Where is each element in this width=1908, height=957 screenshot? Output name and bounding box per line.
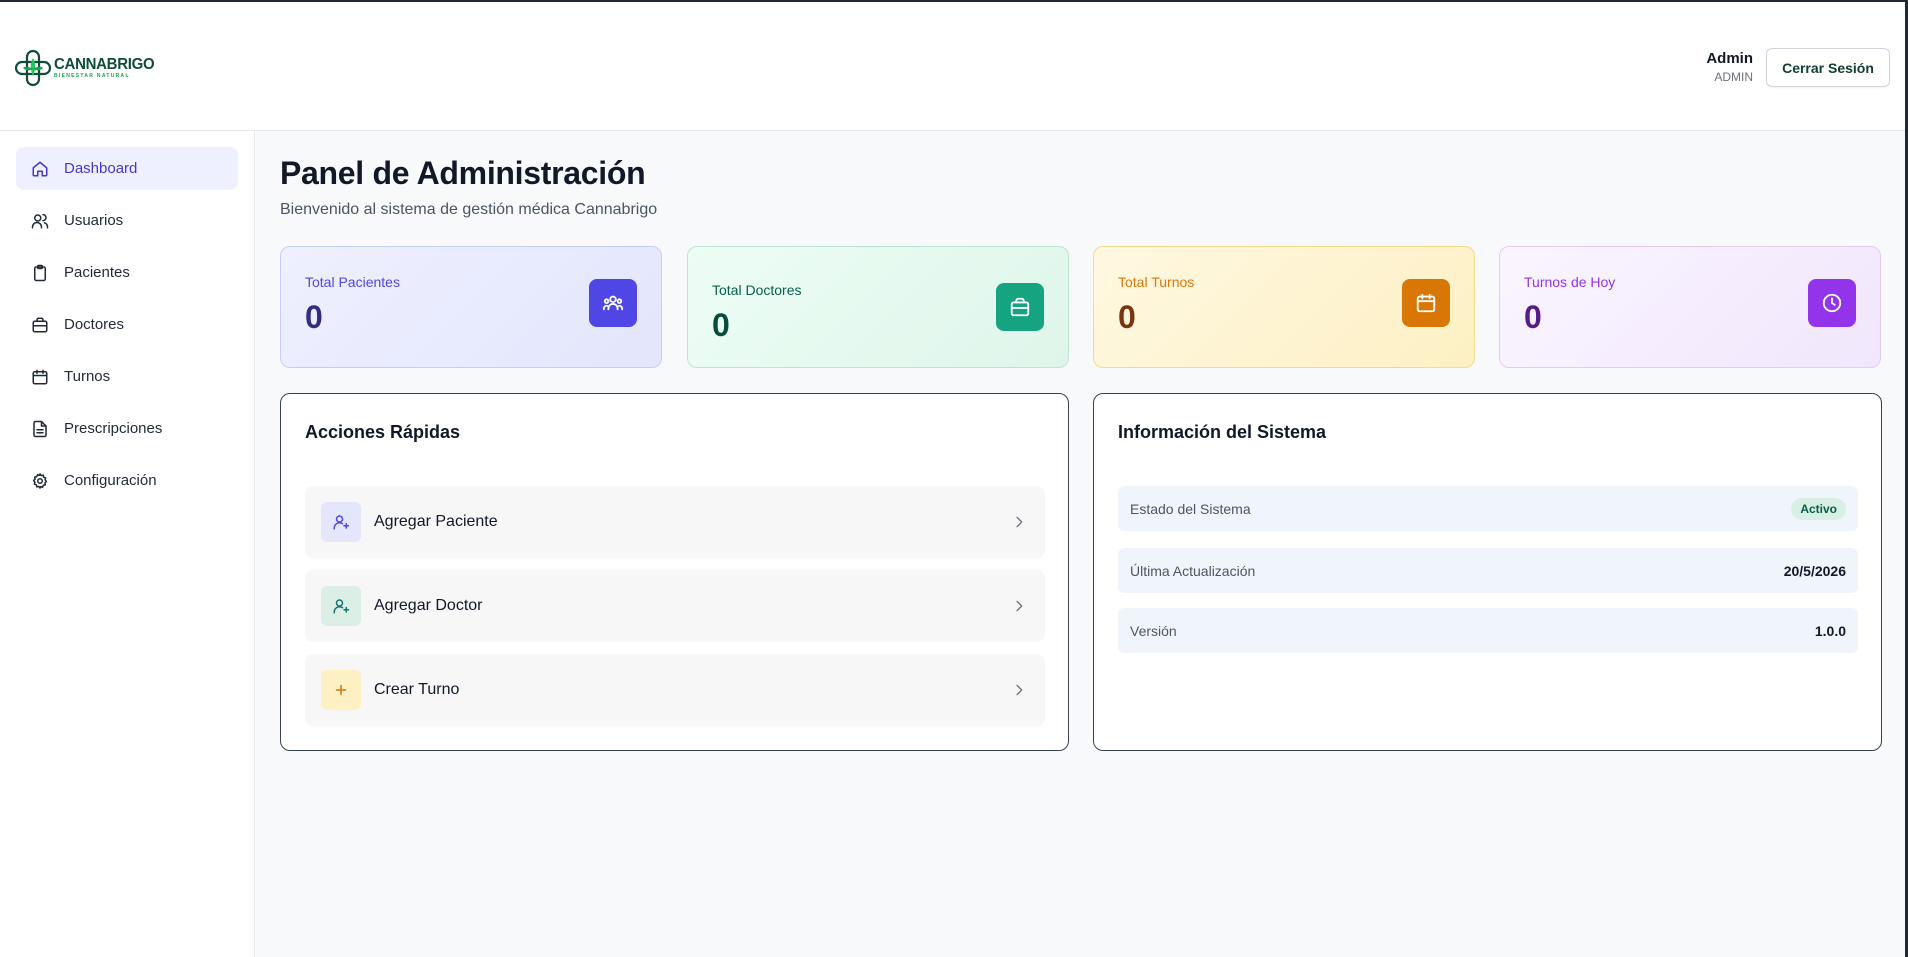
sidebar-nav: Dashboard Usuarios Pacientes Doctores Tu… bbox=[0, 131, 254, 502]
status-badge: Activo bbox=[1791, 497, 1846, 520]
stat-card-total-doctores: Total Doctores 0 bbox=[687, 246, 1069, 368]
action-icon-box bbox=[321, 502, 361, 542]
stat-icon-box bbox=[589, 279, 637, 327]
main-content: Panel de Administración Bienvenido al si… bbox=[256, 131, 1905, 957]
page-title: Panel de Administración bbox=[280, 155, 646, 191]
sidebar-item-configuracion[interactable]: Configuración bbox=[16, 459, 238, 502]
clock-icon bbox=[1822, 293, 1842, 313]
add-doctor-action[interactable]: Agregar Doctor bbox=[305, 570, 1045, 642]
version-row: Versión 1.0.0 bbox=[1118, 608, 1858, 653]
chevron-right-icon bbox=[1016, 684, 1023, 696]
stat-value: 0 bbox=[305, 299, 323, 335]
chevron-right-icon bbox=[1016, 516, 1023, 528]
sidebar-item-prescripciones[interactable]: Prescripciones bbox=[16, 407, 238, 450]
stat-card-total-turnos: Total Turnos 0 bbox=[1093, 246, 1475, 368]
action-icon-box bbox=[321, 670, 361, 710]
brand-name: CANNABRIGO bbox=[54, 55, 155, 74]
add-patient-action[interactable]: Agregar Paciente bbox=[305, 486, 1045, 558]
stat-label: Total Doctores bbox=[712, 282, 802, 298]
cannabis-cross-logo-icon bbox=[15, 49, 51, 87]
info-value: 1.0.0 bbox=[1814, 622, 1846, 639]
action-label: Crear Turno bbox=[374, 681, 460, 698]
sidebar-item-usuarios[interactable]: Usuarios bbox=[16, 199, 238, 242]
users-icon bbox=[31, 213, 49, 228]
user-name: Admin bbox=[1706, 50, 1753, 67]
info-label: Estado del Sistema bbox=[1130, 500, 1251, 517]
sidebar-item-label: Prescripciones bbox=[64, 420, 163, 437]
sidebar-item-label: Usuarios bbox=[64, 212, 124, 229]
sidebar-item-pacientes[interactable]: Pacientes bbox=[16, 251, 238, 294]
plus-icon bbox=[335, 684, 347, 696]
page-subtitle: Bienvenido al sistema de gestión médica … bbox=[280, 201, 658, 218]
sidebar-item-dashboard[interactable]: Dashboard bbox=[16, 147, 238, 190]
create-appointment-action[interactable]: Crear Turno bbox=[305, 654, 1045, 726]
users-group-icon bbox=[602, 295, 624, 311]
document-icon bbox=[33, 420, 47, 437]
stat-card-turnos-de-hoy: Turnos de Hoy 0 bbox=[1499, 246, 1881, 368]
sidebar-item-turnos[interactable]: Turnos bbox=[16, 355, 238, 398]
system-status-row: Estado del Sistema Activo bbox=[1118, 486, 1858, 531]
brand-tagline: BIENESTAR NATURAL bbox=[54, 73, 130, 79]
info-label: Última Actualización bbox=[1130, 562, 1256, 579]
info-label: Versión bbox=[1130, 622, 1177, 639]
sidebar-item-label: Doctores bbox=[64, 316, 125, 333]
last-update-row: Última Actualización 20/5/2026 bbox=[1118, 548, 1858, 593]
stat-label: Turnos de Hoy bbox=[1524, 274, 1616, 290]
gear-icon bbox=[32, 472, 48, 489]
action-label: Agregar Paciente bbox=[374, 513, 498, 530]
home-icon bbox=[32, 161, 48, 176]
stat-icon-box bbox=[996, 283, 1044, 331]
sidebar-item-label: Dashboard bbox=[64, 160, 138, 177]
sidebar-item-doctores[interactable]: Doctores bbox=[16, 303, 238, 346]
chevron-right-icon bbox=[1016, 600, 1023, 612]
user-info: Admin ADMIN bbox=[1706, 50, 1753, 84]
quick-actions-panel: Acciones Rápidas Agregar Paciente Agrega… bbox=[280, 393, 1069, 751]
system-info-panel: Información del Sistema Estado del Siste… bbox=[1093, 393, 1882, 751]
quick-actions-title: Acciones Rápidas bbox=[305, 422, 461, 442]
sidebar: Dashboard Usuarios Pacientes Doctores Tu… bbox=[0, 131, 255, 957]
brand-logo[interactable]: CANNABRIGO BIENESTAR NATURAL bbox=[15, 49, 155, 87]
logout-button[interactable]: Cerrar Sesión bbox=[1766, 48, 1890, 87]
stat-icon-box bbox=[1402, 279, 1450, 327]
action-label: Agregar Doctor bbox=[374, 597, 483, 614]
stat-icon-box bbox=[1808, 279, 1856, 327]
action-icon-box bbox=[321, 586, 361, 626]
stat-value: 0 bbox=[712, 307, 730, 343]
system-info-title: Información del Sistema bbox=[1118, 422, 1327, 442]
briefcase-icon bbox=[32, 317, 48, 332]
user-role: ADMIN bbox=[1714, 70, 1753, 84]
stat-label: Total Turnos bbox=[1118, 274, 1195, 290]
sidebar-item-label: Pacientes bbox=[64, 264, 130, 281]
stat-label: Total Pacientes bbox=[305, 274, 400, 290]
user-plus-icon bbox=[333, 515, 350, 530]
calendar-icon bbox=[1416, 293, 1436, 313]
briefcase-icon bbox=[1010, 297, 1030, 317]
sidebar-item-label: Configuración bbox=[64, 472, 157, 489]
stat-value: 0 bbox=[1524, 299, 1542, 335]
stat-card-total-pacientes: Total Pacientes 0 bbox=[280, 246, 662, 368]
top-header: CANNABRIGO BIENESTAR NATURAL Admin ADMIN… bbox=[0, 2, 1905, 131]
sidebar-item-label: Turnos bbox=[64, 368, 111, 385]
user-plus-icon bbox=[333, 599, 350, 614]
calendar-icon bbox=[32, 369, 48, 384]
clipboard-icon bbox=[34, 264, 46, 281]
info-value: 20/5/2026 bbox=[1783, 562, 1846, 579]
stat-value: 0 bbox=[1118, 299, 1136, 335]
